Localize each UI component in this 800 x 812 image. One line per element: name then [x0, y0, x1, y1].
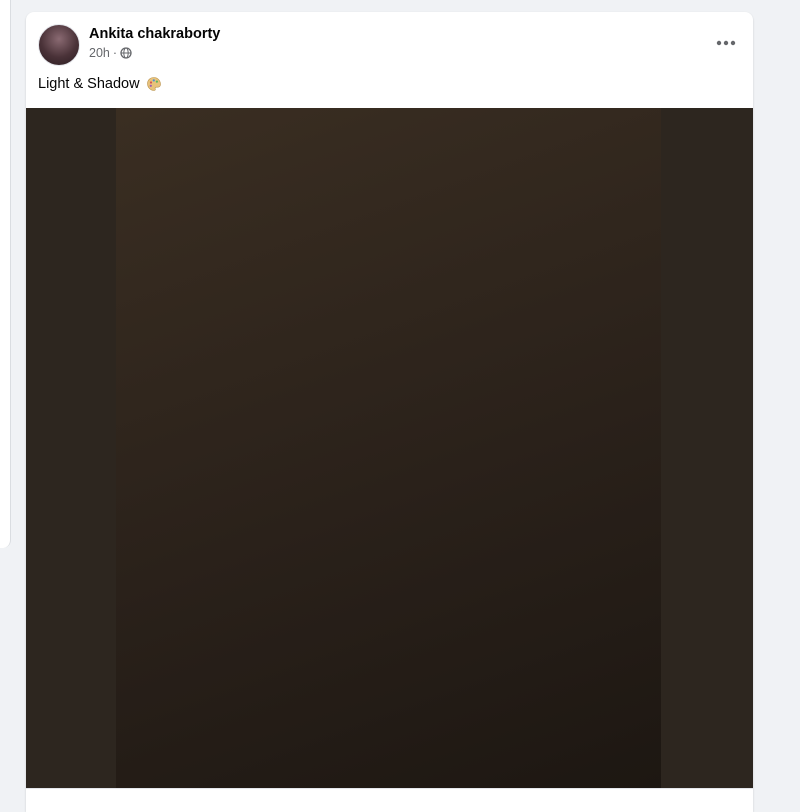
- palette-icon: [146, 76, 162, 92]
- post-photo[interactable]: [26, 108, 753, 788]
- photo-placeholder: [116, 108, 661, 788]
- post-timestamp[interactable]: 20h: [89, 46, 110, 60]
- caption-text: Light & Shadow: [38, 76, 140, 92]
- post-caption: Light & Shadow: [38, 76, 162, 92]
- post-meta: 20h ·: [89, 46, 132, 60]
- author-avatar[interactable]: [38, 24, 80, 66]
- adjacent-panel-edge: [0, 0, 11, 548]
- post-header: Ankita chakraborty 20h ·: [26, 12, 753, 72]
- more-horizontal-icon: [716, 33, 736, 51]
- post-footer-edge: [26, 788, 753, 812]
- globe-icon[interactable]: [120, 47, 132, 59]
- more-options-button[interactable]: [713, 32, 739, 52]
- author-name[interactable]: Ankita chakraborty: [89, 26, 220, 42]
- meta-separator: ·: [112, 46, 118, 60]
- feed-post: Ankita chakraborty 20h · Light & Shadow: [26, 12, 753, 812]
